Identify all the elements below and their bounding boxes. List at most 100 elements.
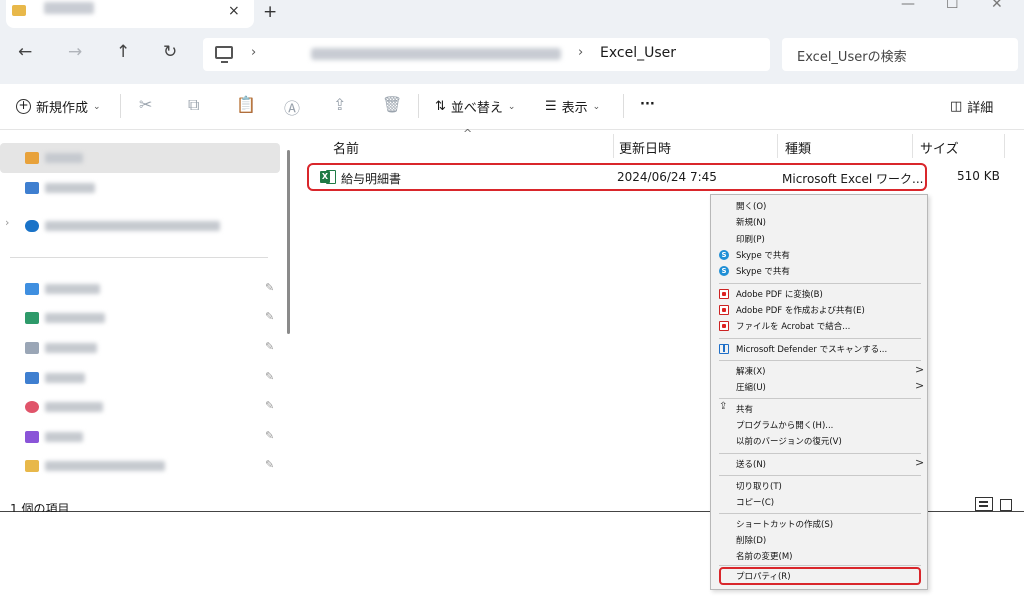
menu-item-create-shortcut[interactable]: ショートカットの作成(S) bbox=[711, 516, 927, 532]
new-button[interactable]: + 新規作成 ⌄ bbox=[16, 97, 101, 116]
menu-label: 開く(O) bbox=[736, 202, 767, 212]
column-divider[interactable] bbox=[912, 134, 913, 158]
sidebar-item-folder[interactable]: ✎ bbox=[0, 451, 280, 481]
menu-separator bbox=[719, 360, 921, 361]
tiles-view-icon[interactable] bbox=[1000, 499, 1012, 511]
tab-title-blurred bbox=[44, 2, 94, 14]
minimize-button[interactable]: — bbox=[901, 0, 915, 12]
menu-item-skype-share[interactable]: S Skype で共有 bbox=[711, 247, 927, 263]
breadcrumb-blurred-path[interactable] bbox=[311, 48, 561, 60]
menu-item-open-with[interactable]: プログラムから開く(H)... bbox=[711, 417, 927, 433]
menu-item-new[interactable]: 新規(N) bbox=[711, 214, 927, 230]
sidebar-label-blurred bbox=[45, 343, 97, 353]
pin-icon[interactable]: ✎ bbox=[265, 281, 274, 294]
copy-icon[interactable]: ⧉ bbox=[188, 95, 199, 115]
menu-item-defender-scan[interactable]: Microsoft Defender でスキャンする... bbox=[711, 341, 927, 357]
sidebar-scrollbar[interactable] bbox=[287, 150, 290, 334]
tab-excel-user[interactable]: × bbox=[6, 0, 254, 28]
chevron-down-icon: ⌄ bbox=[507, 101, 516, 112]
delete-icon[interactable]: 🗑 bbox=[382, 95, 402, 114]
sidebar-label-blurred bbox=[45, 153, 83, 163]
menu-label: 切り取り(T) bbox=[736, 482, 782, 492]
menu-item-restore-versions[interactable]: 以前のバージョンの復元(V) bbox=[711, 433, 927, 449]
cut-icon[interactable]: ✂ bbox=[139, 95, 152, 114]
back-button[interactable]: ← bbox=[18, 42, 32, 62]
column-header-name[interactable]: 名前 bbox=[333, 138, 359, 157]
sidebar-item-home[interactable] bbox=[0, 143, 280, 173]
pin-icon[interactable]: ✎ bbox=[265, 310, 274, 323]
column-divider[interactable] bbox=[1004, 134, 1005, 158]
sidebar-item-desktop[interactable]: ✎ bbox=[0, 274, 280, 304]
view-label: 表示 bbox=[561, 101, 588, 116]
menu-label: 印刷(P) bbox=[736, 235, 765, 245]
column-header-modified[interactable]: 更新日時 bbox=[619, 138, 671, 157]
menu-item-send-to[interactable]: 送る(N) > bbox=[711, 456, 927, 472]
sidebar-label-blurred bbox=[45, 373, 85, 383]
menu-item-pdf-convert[interactable]: Adobe PDF に変換(B) bbox=[711, 286, 927, 302]
up-button[interactable]: ↑ bbox=[116, 42, 130, 62]
menu-item-extract[interactable]: 解凍(X) > bbox=[711, 363, 927, 379]
view-button[interactable]: ☰ 表示 ⌄ bbox=[545, 97, 600, 116]
maximize-button[interactable]: ☐ bbox=[946, 0, 959, 12]
menu-item-acrobat-combine[interactable]: ファイルを Acrobat で結合... bbox=[711, 318, 927, 334]
close-window-button[interactable]: ✕ bbox=[991, 0, 1003, 12]
file-name[interactable]: 給与明細書 bbox=[341, 170, 401, 187]
menu-item-delete[interactable]: 削除(D) bbox=[711, 532, 927, 548]
sidebar-item-onedrive[interactable]: › bbox=[0, 211, 280, 241]
refresh-button[interactable]: ↻ bbox=[163, 42, 177, 62]
pin-icon[interactable]: ✎ bbox=[265, 458, 274, 471]
details-pane-button[interactable]: ◫ 詳細 bbox=[950, 97, 993, 116]
forward-button[interactable]: → bbox=[68, 42, 82, 62]
navigation-pane: › ✎ ✎ ✎ ✎ ✎ ✎ ✎ bbox=[0, 131, 282, 497]
menu-item-print[interactable]: 印刷(P) bbox=[711, 231, 927, 247]
column-header-size[interactable]: サイズ bbox=[920, 138, 959, 157]
menu-item-skype-share[interactable]: S Skype で共有 bbox=[711, 263, 927, 279]
menu-label: 圧縮(U) bbox=[736, 383, 766, 393]
rename-icon[interactable]: Ⓐ bbox=[284, 95, 300, 119]
toolbar-divider bbox=[418, 94, 419, 118]
sidebar-item-pictures[interactable]: ✎ bbox=[0, 363, 280, 393]
breadcrumb-separator: › bbox=[251, 45, 257, 60]
sort-button[interactable]: ⇅ 並べ替え ⌄ bbox=[435, 97, 515, 116]
cloud-icon bbox=[25, 220, 39, 232]
sidebar-item-music[interactable]: ✎ bbox=[0, 392, 280, 422]
menu-item-open[interactable]: 開く(O) bbox=[711, 198, 927, 214]
chevron-right-icon[interactable]: › bbox=[5, 216, 9, 229]
search-input[interactable]: Excel_Userの検索 bbox=[782, 38, 1018, 71]
sort-ascending-icon: ^ bbox=[463, 127, 473, 140]
menu-item-cut[interactable]: 切り取り(T) bbox=[711, 478, 927, 494]
menu-label: 新規(N) bbox=[736, 218, 766, 228]
file-row[interactable]: X 給与明細書 2024/06/24 7:45 Microsoft Excel … bbox=[307, 163, 927, 191]
paste-icon[interactable]: 📋 bbox=[236, 95, 256, 114]
menu-item-copy[interactable]: コピー(C) bbox=[711, 494, 927, 510]
menu-item-properties[interactable]: プロパティ(R) bbox=[711, 568, 927, 584]
sidebar-item-videos[interactable]: ✎ bbox=[0, 422, 280, 452]
menu-item-compress[interactable]: 圧縮(U) > bbox=[711, 379, 927, 395]
column-divider[interactable] bbox=[613, 134, 614, 158]
column-header-type[interactable]: 種類 bbox=[785, 138, 811, 157]
sidebar-label-blurred bbox=[45, 461, 165, 471]
menu-item-pdf-create-share[interactable]: Adobe PDF を作成および共有(E) bbox=[711, 302, 927, 318]
computer-icon bbox=[215, 46, 233, 63]
menu-label: Adobe PDF を作成および共有(E) bbox=[736, 306, 865, 316]
pin-icon[interactable]: ✎ bbox=[265, 399, 274, 412]
pdf-share-icon bbox=[719, 305, 729, 315]
address-box[interactable]: › › Excel_User bbox=[203, 38, 770, 71]
pin-icon[interactable]: ✎ bbox=[265, 340, 274, 353]
plus-icon: + bbox=[16, 99, 31, 114]
new-tab-button[interactable]: + bbox=[263, 2, 277, 22]
column-divider[interactable] bbox=[777, 134, 778, 158]
pin-icon[interactable]: ✎ bbox=[265, 370, 274, 383]
more-options-button[interactable]: ··· bbox=[640, 97, 655, 112]
close-tab-button[interactable]: × bbox=[228, 3, 240, 19]
share-icon[interactable]: ⇪ bbox=[333, 95, 346, 114]
menu-item-rename[interactable]: 名前の変更(M) bbox=[711, 548, 927, 564]
pin-icon[interactable]: ✎ bbox=[265, 429, 274, 442]
menu-item-share[interactable]: ⇪ 共有 bbox=[711, 401, 927, 417]
sidebar-item-downloads[interactable]: ✎ bbox=[0, 303, 280, 333]
sidebar-item-documents[interactable]: ✎ bbox=[0, 333, 280, 363]
sidebar-item-gallery[interactable] bbox=[0, 173, 280, 203]
details-view-icon[interactable] bbox=[975, 497, 993, 511]
breadcrumb-current[interactable]: Excel_User bbox=[600, 45, 676, 61]
menu-label: 名前の変更(M) bbox=[736, 552, 793, 562]
